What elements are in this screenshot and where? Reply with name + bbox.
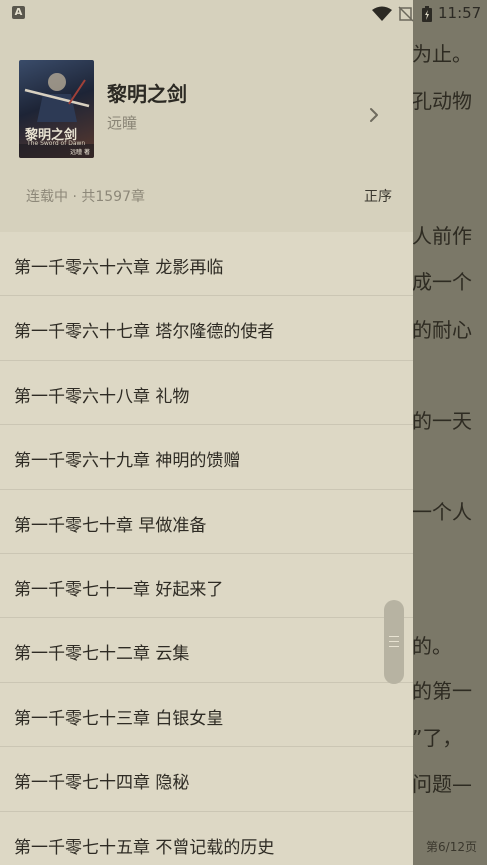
chapter-title: 第一千零七十五章 不曾记载的历史 <box>14 837 275 858</box>
chapter-title: 第一千零六十六章 龙影再临 <box>14 258 224 278</box>
chapter-item[interactable]: 第一千零七十一章 好起来了 <box>0 554 413 619</box>
grip-line <box>389 641 399 642</box>
book-info-header[interactable]: 黎明之剑 The Sword of Dawn 远瞳 著 黎明之剑 远瞳 连载中 … <box>0 0 413 232</box>
chapter-title: 第一千零七十三章 白银女皇 <box>14 708 224 729</box>
reader-text-line: 问题— <box>412 772 472 796</box>
chapter-item[interactable]: 第一千零六十九章 神明的馈赠 <box>0 425 413 490</box>
chapter-title: 第一千零六十八章 礼物 <box>14 386 190 407</box>
reader-text-line: 孔动物 <box>412 89 472 113</box>
reader-text-line: 的耐心 <box>412 318 472 342</box>
chapter-list: 第一千零六十六章 龙影再临 第一千零六十七章 塔尔隆德的使者 第一千零六十八章 … <box>0 232 413 865</box>
book-cover[interactable]: 黎明之剑 The Sword of Dawn 远瞳 著 <box>19 60 94 158</box>
fast-scroll-thumb[interactable] <box>384 600 404 684</box>
chapter-title: 第一千零六十七章 塔尔隆德的使者 <box>14 322 275 343</box>
chapter-title: 第一千零七十四章 隐秘 <box>14 773 190 794</box>
chapter-item[interactable]: 第一千零七十章 早做准备 <box>0 490 413 554</box>
chapter-title: 第一千零六十九章 神明的馈赠 <box>14 451 241 472</box>
book-title: 黎明之剑 <box>107 82 187 106</box>
wifi-icon <box>372 6 392 21</box>
reader-text-line: ”了， <box>412 726 463 750</box>
reader-text-line: 人前作 <box>412 224 472 248</box>
chapter-item[interactable]: 第一千零六十六章 龙影再临 <box>0 232 413 297</box>
reader-text-line: 的。 <box>412 634 452 658</box>
chapter-item[interactable]: 第一千零七十四章 隐秘 <box>0 747 413 812</box>
reader-text-line: 的第一 <box>412 679 472 703</box>
status-bar: A 11:57 <box>0 0 487 28</box>
status-time: 11:57 <box>438 4 482 22</box>
page-indicator: 第6/12页 <box>426 840 477 854</box>
chapter-title: 第一千零七十一章 好起来了 <box>14 579 224 600</box>
book-status: 连载中 · 共1597章 <box>26 189 145 205</box>
reader-text-line: 成一个 <box>412 270 472 294</box>
chevron-right-icon[interactable] <box>368 106 380 124</box>
grip-line <box>389 636 399 637</box>
battery-charging-icon <box>422 6 432 22</box>
no-sim-icon <box>398 6 414 22</box>
chapter-item[interactable]: 第一千零六十七章 塔尔隆德的使者 <box>0 296 413 361</box>
reader-text-line: 的一天 <box>412 409 472 433</box>
chapter-item[interactable]: 第一千零六十八章 礼物 <box>0 361 413 426</box>
grip-line <box>389 646 399 647</box>
chapter-title: 第一千零七十二章 云集 <box>14 644 190 665</box>
chapter-item[interactable]: 第一千零七十五章 不曾记载的历史 <box>0 812 413 865</box>
reader-text-line: 一个人 <box>412 500 472 524</box>
book-author: 远瞳 <box>107 114 138 132</box>
chapter-title: 第一千零七十章 早做准备 <box>14 515 207 536</box>
app-notification-icon: A <box>12 6 25 19</box>
chapter-drawer: 黎明之剑 The Sword of Dawn 远瞳 著 黎明之剑 远瞳 连载中 … <box>0 0 413 865</box>
reader-text-line: 为止。 <box>412 42 472 66</box>
chapter-item[interactable]: 第一千零七十二章 云集 <box>0 618 413 683</box>
cover-subtitle: The Sword of Dawn <box>27 140 86 147</box>
cover-author: 远瞳 著 <box>70 149 90 156</box>
sort-order-button[interactable]: 正序 <box>364 186 392 206</box>
chapter-item[interactable]: 第一千零七十三章 白银女皇 <box>0 683 413 748</box>
